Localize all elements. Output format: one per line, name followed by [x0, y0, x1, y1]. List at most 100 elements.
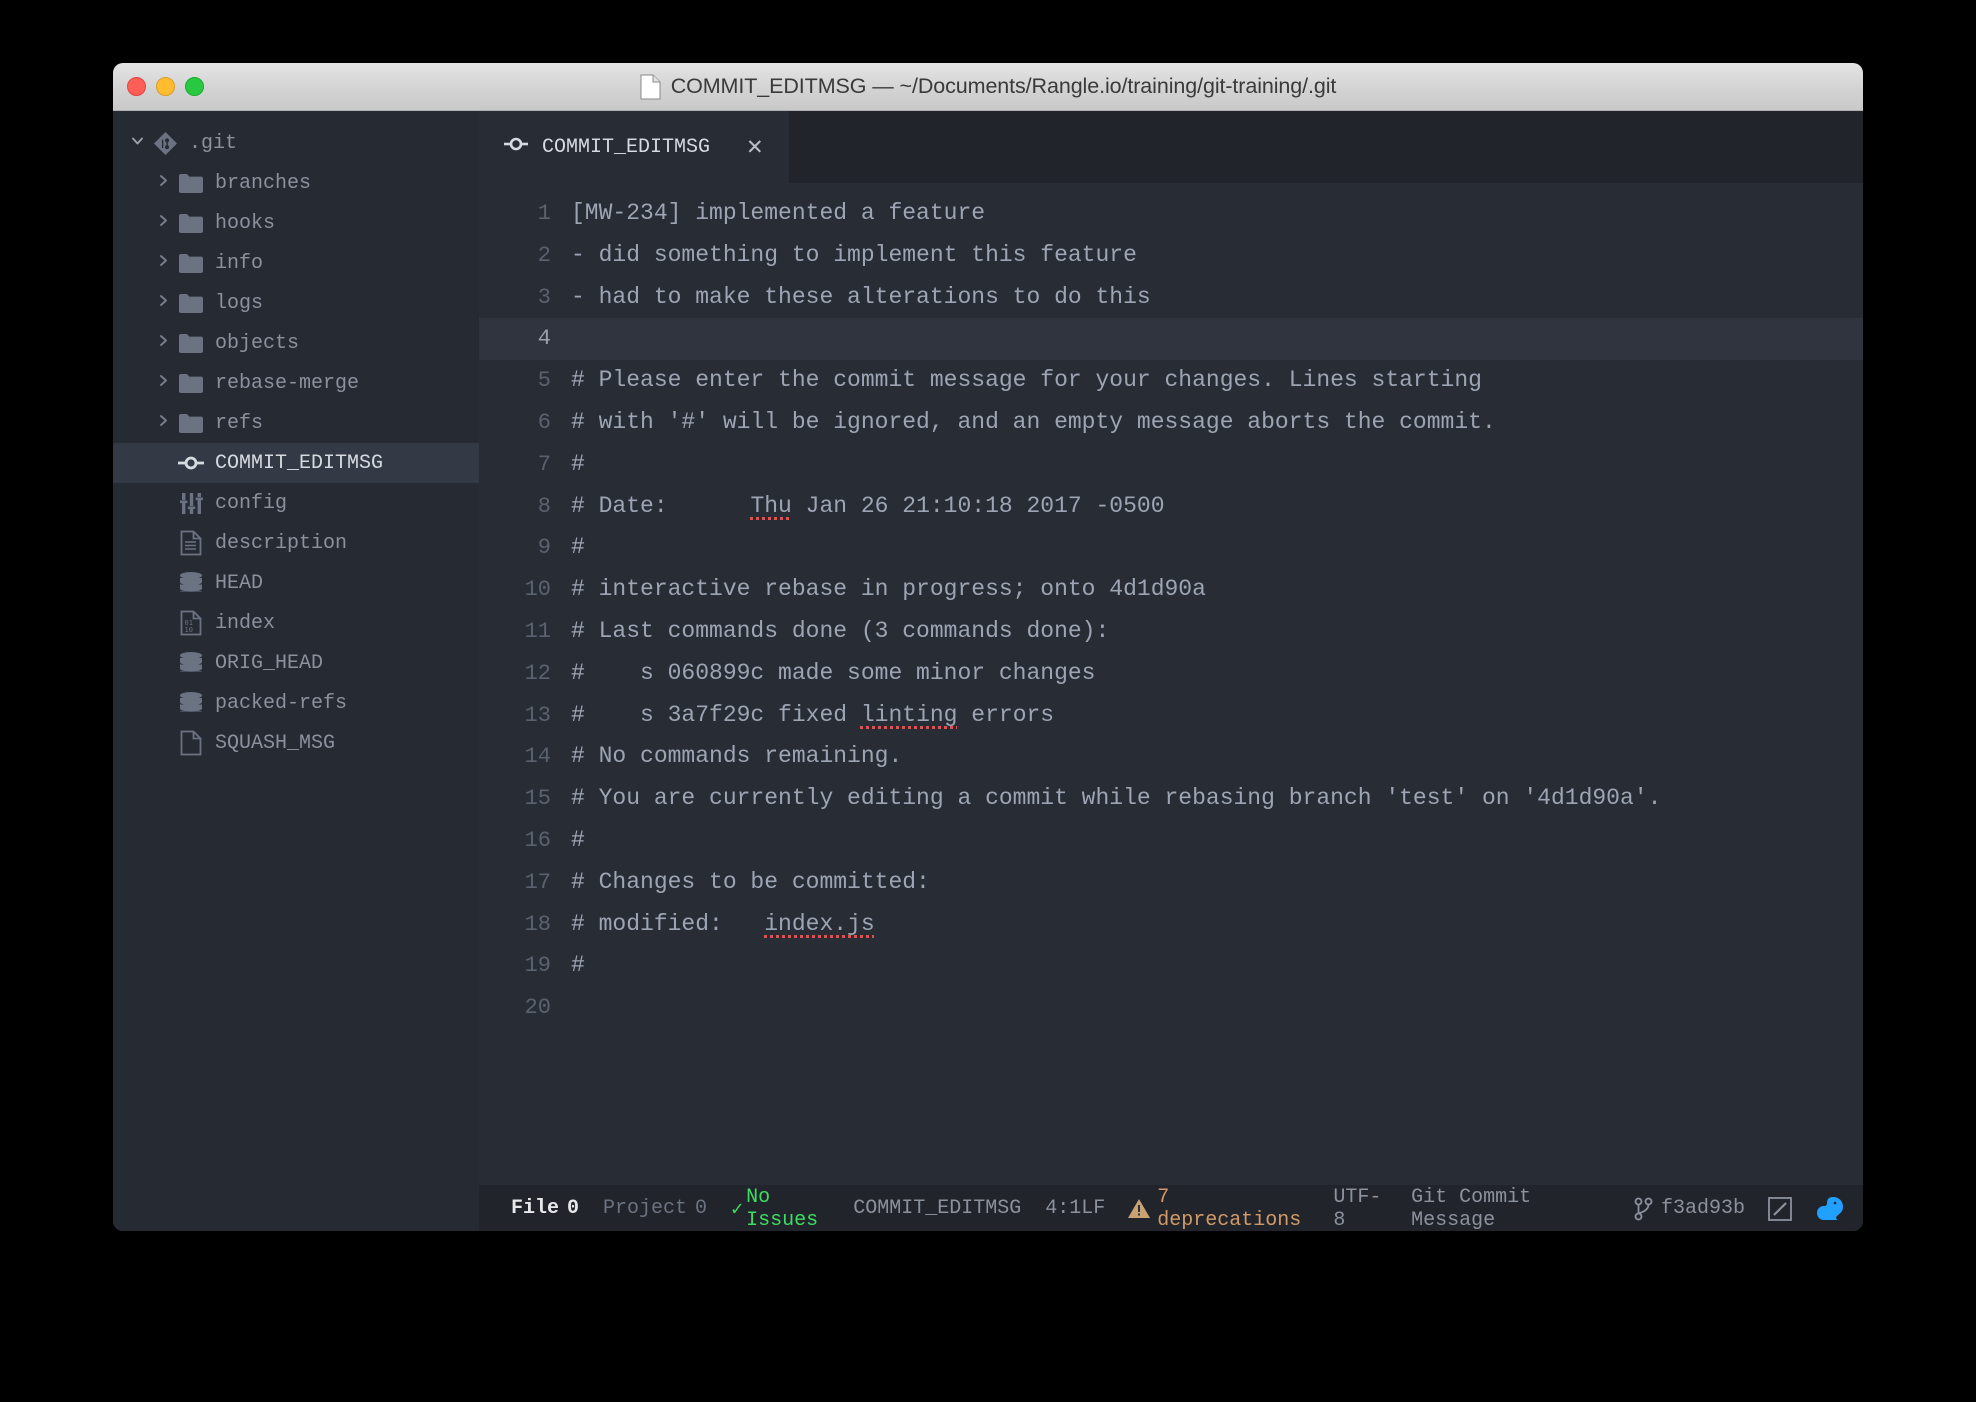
folder-icon: [176, 373, 206, 394]
status-deprecations[interactable]: 7 deprecations: [1127, 1186, 1311, 1231]
line-text: - did something to implement this featur…: [571, 241, 1137, 268]
tree-item-logs[interactable]: logs: [113, 283, 479, 323]
code-line[interactable]: 18 # modified: index.js: [479, 904, 1863, 946]
tree-item-label: config: [215, 491, 288, 515]
line-number: 14: [524, 744, 551, 770]
tree-item-hooks[interactable]: hooks: [113, 203, 479, 243]
code-editor[interactable]: 1 [MW-234] implemented a feature 2 - did so…: [479, 183, 1863, 1185]
status-git-branch[interactable]: f3ad93b: [1634, 1197, 1745, 1221]
code-line[interactable]: 20: [479, 987, 1863, 1029]
code-line[interactable]: 12 # s 060899c made some minor changes: [479, 653, 1863, 695]
tree-item-config[interactable]: config: [113, 483, 479, 523]
tab-bar-filler: [788, 111, 1863, 183]
line-text: # Changes to be committed:: [571, 868, 930, 895]
application-window: COMMIT_EDITMSG — ~/Documents/Rangle.io/t…: [113, 63, 1863, 1231]
status-encoding[interactable]: UTF-8: [1333, 1186, 1389, 1232]
status-no-issues[interactable]: ✓ No Issues: [731, 1186, 829, 1232]
code-line[interactable]: 9 #: [479, 527, 1863, 569]
chevron-right-icon[interactable]: [150, 253, 176, 273]
code-line[interactable]: 11 # Last commands done (3 commands done)…: [479, 611, 1863, 653]
status-bar: File 0 Project 0 ✓ No Issues COMMIT_EDIT…: [479, 1185, 1863, 1231]
tree-item-label: description: [215, 531, 348, 555]
code-lines: 1 [MW-234] implemented a feature 2 - did so…: [479, 193, 1863, 1029]
status-line-ending[interactable]: LF: [1081, 1197, 1105, 1220]
line-text: # Please enter the commit message for yo…: [571, 367, 1482, 394]
tab-close-icon[interactable]: ✕: [747, 134, 763, 160]
chevron-down-icon[interactable]: [124, 133, 150, 153]
tab-commit-editmsg[interactable]: COMMIT_EDITMSG ✕: [479, 111, 789, 183]
chevron-right-icon[interactable]: [150, 213, 176, 233]
tree-item-objects[interactable]: objects: [113, 323, 479, 363]
tree-item-label: hooks: [215, 211, 276, 235]
git-icon: [150, 131, 180, 156]
tree-item-squash-msg[interactable]: SQUASH_MSG: [113, 723, 479, 763]
status-bar-right: LF 7 deprecations UTF-8 Git Commit Messa…: [1081, 1186, 1845, 1232]
tree-item-description[interactable]: description: [113, 523, 479, 563]
traffic-lights: [127, 63, 204, 110]
tree-item-branches[interactable]: branches: [113, 163, 479, 203]
close-button[interactable]: [127, 77, 146, 96]
status-project-count[interactable]: Project 0: [603, 1197, 707, 1220]
line-text: # interactive rebase in progress; onto 4…: [571, 576, 1206, 603]
folder-icon: [176, 413, 206, 434]
spellcheck-underline: index.js: [764, 910, 875, 937]
minimize-button[interactable]: [156, 77, 175, 96]
code-line[interactable]: 2 - did something to implement this featu…: [479, 235, 1863, 277]
tree-item-info[interactable]: info: [113, 243, 479, 283]
tree-item-label: SQUASH_MSG: [215, 731, 336, 755]
folder-icon: [176, 253, 206, 274]
line-number: 12: [524, 660, 551, 686]
line-number: 5: [537, 368, 551, 394]
line-number: 13: [524, 702, 551, 728]
line-text: [MW-234] implemented a feature: [571, 200, 986, 226]
code-line[interactable]: 15 # You are currently editing a commit w…: [479, 778, 1863, 820]
git-commit-icon: [176, 453, 206, 473]
line-number: 2: [537, 242, 551, 268]
code-line[interactable]: 7 #: [479, 444, 1863, 486]
code-line[interactable]: 17 # Changes to be committed:: [479, 862, 1863, 904]
chevron-right-icon[interactable]: [150, 293, 176, 313]
line-number: 7: [537, 451, 551, 477]
code-line[interactable]: 10 # interactive rebase in progress; onto…: [479, 569, 1863, 611]
tree-item-label: ORIG_HEAD: [215, 651, 324, 675]
status-cursor-position[interactable]: 4:1: [1045, 1197, 1081, 1220]
tree-item-orig-head[interactable]: ORIG_HEAD: [113, 643, 479, 683]
code-line[interactable]: 14 # No commands remaining.: [479, 736, 1863, 778]
tree-item-packed-refs[interactable]: packed-refs: [113, 683, 479, 723]
pencil-square-icon[interactable]: [1767, 1196, 1793, 1222]
line-number: 1: [537, 201, 551, 226]
line-number: 8: [537, 493, 551, 519]
tree-item-rebase-merge[interactable]: rebase-merge: [113, 363, 479, 403]
spellcheck-underline: Thu: [750, 492, 792, 519]
squirrel-icon[interactable]: [1815, 1195, 1845, 1223]
line-text: - had to make these alterations to do th…: [571, 283, 1151, 310]
code-line[interactable]: 5 # Please enter the commit message for y…: [479, 360, 1863, 402]
code-line[interactable]: 16 #: [479, 820, 1863, 862]
chevron-right-icon[interactable]: [150, 173, 176, 193]
code-line[interactable]: 13 # s 3a7f29c fixed linting errors: [479, 695, 1863, 737]
status-file-count[interactable]: File 0: [511, 1197, 579, 1220]
git-commit-icon: [503, 134, 529, 161]
tree-item-refs[interactable]: refs: [113, 403, 479, 443]
code-line[interactable]: 3 - had to make these alterations to do t…: [479, 277, 1863, 319]
code-line[interactable]: 4: [479, 318, 1863, 361]
line-number: 11: [524, 618, 551, 644]
tree-item-head[interactable]: HEAD: [113, 563, 479, 603]
line-number: 16: [524, 827, 551, 853]
code-line[interactable]: 8 # Date: Thu Jan 26 21:10:18 2017 -0500: [479, 486, 1863, 528]
tree-root-git[interactable]: .git: [113, 123, 479, 163]
chevron-right-icon[interactable]: [150, 373, 176, 393]
chevron-right-icon[interactable]: [150, 333, 176, 353]
zoom-button[interactable]: [185, 77, 204, 96]
file-tree-sidebar[interactable]: .git branches hooks info logs objects rebase-…: [113, 111, 479, 1231]
code-line[interactable]: 19 #: [479, 945, 1863, 987]
database-icon: [176, 691, 206, 716]
code-line[interactable]: 1 [MW-234] implemented a feature: [479, 193, 1863, 235]
code-line[interactable]: 6 # with '#' will be ignored, and an empt…: [479, 402, 1863, 444]
chevron-right-icon[interactable]: [150, 413, 176, 433]
line-text: # Date: Thu Jan 26 21:10:18 2017 -0500: [571, 492, 1165, 519]
status-grammar[interactable]: Git Commit Message: [1411, 1186, 1612, 1232]
tree-item-commit-editmsg[interactable]: COMMIT_EDITMSG: [113, 443, 479, 483]
line-number: 6: [537, 409, 551, 435]
tree-item-index[interactable]: 01 10 index: [113, 603, 479, 643]
